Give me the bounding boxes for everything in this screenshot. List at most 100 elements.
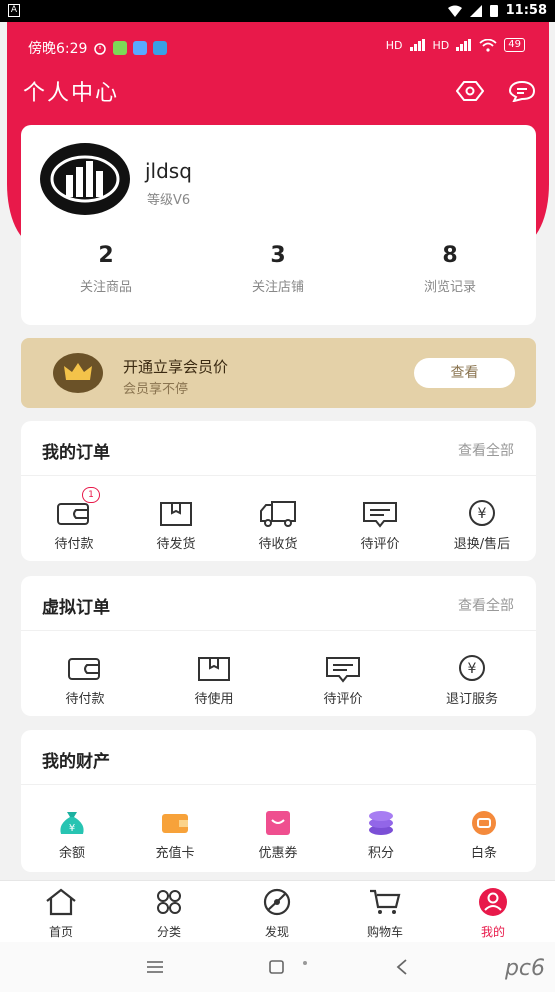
points-stack-icon bbox=[369, 811, 393, 835]
order-pending-shipment[interactable]: 待发货 bbox=[131, 499, 221, 552]
system-navigation-bar: pc6 bbox=[0, 942, 555, 992]
asset-points[interactable]: 积分 bbox=[336, 808, 426, 861]
crown-badge bbox=[53, 353, 103, 393]
settings-icon[interactable] bbox=[456, 80, 484, 102]
message-app-icon bbox=[133, 41, 148, 55]
view-all-orders-link[interactable]: 查看全部 bbox=[458, 440, 514, 460]
stat-label: 浏览记录 bbox=[423, 280, 476, 295]
vip-view-button[interactable]: 查看 bbox=[414, 358, 515, 388]
building-logo-icon bbox=[50, 155, 120, 203]
avatar[interactable] bbox=[40, 143, 130, 215]
credit-icon bbox=[472, 811, 496, 835]
tab-label: 购物车 bbox=[366, 925, 403, 939]
order-after-sales[interactable]: ¥ 退换/售后 bbox=[437, 499, 527, 552]
wifi-icon bbox=[479, 38, 497, 52]
app-status-right: HD HD 49 bbox=[386, 38, 525, 52]
order-pending-review[interactable]: 待评价 bbox=[335, 499, 425, 552]
order-label: 待评价 bbox=[323, 692, 363, 707]
back-icon[interactable] bbox=[395, 958, 409, 976]
section-title: 虚拟订单 bbox=[42, 598, 110, 618]
asset-recharge-card[interactable]: 充值卡 bbox=[130, 808, 220, 861]
asset-balance[interactable]: ¥ 余额 bbox=[27, 808, 117, 861]
message-icon[interactable] bbox=[508, 80, 536, 102]
vip-subtitle: 会员享不停 bbox=[123, 382, 189, 397]
watermark: pc6 bbox=[504, 956, 545, 981]
order-pending-payment[interactable]: 1 待付款 bbox=[29, 487, 119, 552]
my-orders-section: 我的订单 查看全部 1 待付款 待发货 待收货 待评价 ¥ 退换/售后 bbox=[21, 421, 536, 561]
order-pending-receipt[interactable]: 待收货 bbox=[233, 499, 323, 552]
order-label: 待收货 bbox=[258, 537, 298, 552]
system-clock: 11:58 bbox=[505, 3, 547, 18]
section-title: 我的财产 bbox=[42, 752, 110, 772]
home-square-icon[interactable] bbox=[268, 958, 312, 976]
menu-icon[interactable] bbox=[146, 959, 164, 975]
tab-discover[interactable]: 发现 bbox=[237, 887, 317, 940]
wifi-icon bbox=[447, 5, 462, 17]
vip-banner[interactable]: 开通立享会员价 会员享不停 查看 bbox=[21, 338, 536, 408]
tab-label: 分类 bbox=[156, 925, 181, 939]
signal-icon bbox=[469, 4, 482, 17]
stat-label: 关注店铺 bbox=[251, 280, 304, 295]
asset-label: 白条 bbox=[470, 846, 497, 861]
stat-followed-products[interactable]: 2 关注商品 bbox=[21, 243, 191, 295]
card-wallet-icon bbox=[162, 814, 188, 833]
stat-number: 2 bbox=[98, 243, 114, 268]
yuan-icon: ¥ bbox=[469, 500, 495, 526]
box-icon bbox=[160, 502, 192, 526]
app-clock: 傍晚6:29 bbox=[28, 41, 88, 57]
stat-number: 8 bbox=[442, 243, 458, 268]
username: jldsq bbox=[145, 159, 192, 183]
view-all-virtual-link[interactable]: 查看全部 bbox=[458, 595, 514, 615]
vip-title: 开通立享会员价 bbox=[123, 358, 229, 376]
order-label: 退换/售后 bbox=[453, 537, 511, 552]
asset-coupon[interactable]: 优惠券 bbox=[233, 808, 323, 861]
order-label: 退订服务 bbox=[445, 692, 498, 707]
bottom-tab-bar: 首页 分类 发现 购物车 我的 bbox=[0, 880, 555, 942]
download-app-icon bbox=[113, 41, 128, 55]
wallet-icon bbox=[68, 658, 100, 680]
tab-label: 首页 bbox=[48, 925, 73, 939]
box-icon bbox=[198, 657, 230, 681]
comment-icon bbox=[363, 502, 397, 528]
order-label: 待发货 bbox=[156, 537, 196, 552]
divider bbox=[21, 630, 536, 631]
virtual-pending-use[interactable]: 待使用 bbox=[169, 654, 259, 707]
svg-text:¥: ¥ bbox=[69, 823, 75, 834]
tab-category[interactable]: 分类 bbox=[129, 887, 209, 940]
tab-label: 发现 bbox=[264, 925, 289, 939]
cart-icon bbox=[370, 889, 401, 914]
virtual-pending-payment[interactable]: 待付款 bbox=[40, 654, 130, 707]
category-icon bbox=[157, 890, 181, 914]
signal-bars-icon bbox=[409, 39, 425, 51]
asset-label: 优惠券 bbox=[258, 846, 298, 861]
alarm-icon bbox=[94, 43, 107, 55]
profile-icon bbox=[479, 888, 507, 916]
signal-hd-1: HD bbox=[385, 38, 403, 52]
tab-profile[interactable]: 我的 bbox=[453, 887, 533, 940]
stat-browse-history[interactable]: 8 浏览记录 bbox=[365, 243, 535, 295]
asset-label: 充值卡 bbox=[155, 846, 195, 861]
virtual-pending-review[interactable]: 待评价 bbox=[298, 654, 388, 707]
asset-label: 余额 bbox=[58, 846, 85, 861]
my-assets-section: 我的财产 ¥ 余额 充值卡 优惠券 积分 白条 bbox=[21, 730, 536, 872]
signal-bars-icon bbox=[456, 39, 472, 51]
system-status-bar: A 11:58 bbox=[0, 0, 555, 22]
coupon-icon bbox=[266, 811, 290, 835]
truck-icon bbox=[260, 501, 296, 527]
member-level: 等级V6 bbox=[147, 193, 191, 208]
tab-cart[interactable]: 购物车 bbox=[345, 887, 425, 940]
stat-number: 3 bbox=[270, 243, 286, 268]
tab-label: 我的 bbox=[480, 925, 505, 939]
order-label: 待付款 bbox=[65, 692, 105, 707]
app-status-bar: 傍晚6:29 bbox=[28, 38, 168, 58]
virtual-refund-service[interactable]: ¥ 退订服务 bbox=[427, 654, 517, 707]
section-title: 我的订单 bbox=[42, 443, 110, 463]
svg-text:¥: ¥ bbox=[468, 661, 477, 677]
wallet-icon bbox=[57, 503, 89, 525]
order-label: 待付款 bbox=[54, 537, 94, 552]
discover-icon bbox=[263, 888, 291, 916]
virtual-orders-section: 虚拟订单 查看全部 待付款 待使用 待评价 ¥ 退订服务 bbox=[21, 576, 536, 716]
tab-home[interactable]: 首页 bbox=[21, 887, 101, 940]
stat-followed-shops[interactable]: 3 关注店铺 bbox=[193, 243, 363, 295]
asset-credit[interactable]: 白条 bbox=[439, 808, 529, 861]
